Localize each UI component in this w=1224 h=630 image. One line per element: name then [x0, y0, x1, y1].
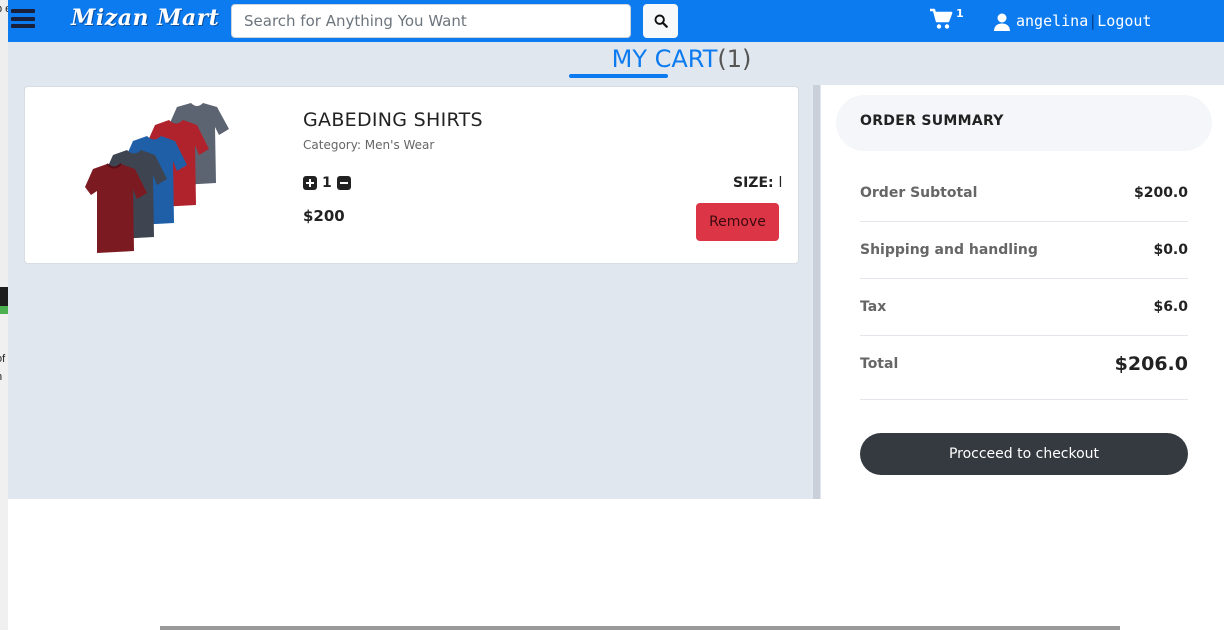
total-label: Total	[860, 356, 899, 372]
tax-label: Tax	[860, 299, 887, 315]
quantity-value: 1	[322, 175, 332, 191]
page-blank-area	[8, 499, 1224, 630]
cart-icon[interactable]	[929, 8, 953, 30]
subtotal-label: Order Subtotal	[860, 185, 978, 201]
search-input[interactable]	[231, 4, 631, 38]
shipping-value: $0.0	[1153, 242, 1188, 258]
product-price: $200	[303, 207, 345, 225]
total-value: $206.0	[1114, 353, 1188, 375]
top-navbar: Mizan Mart 1 angelina|Logout	[8, 0, 1224, 42]
cart-count-badge: 1	[956, 7, 964, 20]
shipping-label: Shipping and handling	[860, 242, 1038, 258]
quantity-stepper: 1	[303, 175, 351, 191]
page-edge-strip: p e e o ei te ne ec ui ic ul a gi op es …	[0, 0, 8, 630]
edge-text-top: p e e o ei te ne ec ui ic ul a gi op es	[0, 0, 8, 287]
summary-row-total: Total $206.0	[860, 336, 1188, 400]
edge-green-marker	[0, 306, 8, 314]
summary-row-tax: Tax $6.0	[860, 279, 1188, 336]
cart-page: MY CART(1) GABEDING SHIRTS Category: Men…	[8, 42, 1224, 499]
bottom-scrollbar[interactable]	[160, 626, 1120, 630]
cart-title: MY CART	[611, 45, 718, 73]
remove-button[interactable]: Remove	[696, 203, 779, 241]
plus-icon[interactable]	[303, 176, 317, 190]
summary-header: ORDER SUMMARY	[836, 95, 1212, 151]
edge-text-bottom: of n	[0, 314, 8, 630]
size-label: SIZE:	[733, 175, 774, 191]
page-title: MY CART(1)	[8, 45, 1224, 73]
minus-icon[interactable]	[336, 176, 351, 190]
product-name[interactable]: GABEDING SHIRTS	[303, 109, 483, 131]
product-category: Category: Men's Wear	[303, 138, 435, 152]
product-image[interactable]	[73, 99, 241, 254]
tax-value: $6.0	[1153, 299, 1188, 315]
column-divider	[813, 85, 820, 499]
size-value: l	[778, 175, 783, 191]
product-size: SIZE: l	[733, 175, 782, 191]
subtotal-value: $200.0	[1133, 185, 1188, 201]
checkout-button[interactable]: Procceed to checkout	[860, 433, 1188, 475]
summary-row-shipping: Shipping and handling $0.0	[860, 222, 1188, 279]
user-menu: angelina|Logout	[1016, 12, 1151, 30]
order-summary-panel: ORDER SUMMARY Order Subtotal $200.0 Ship…	[821, 85, 1224, 499]
menu-icon[interactable]	[11, 9, 35, 31]
summary-title: ORDER SUMMARY	[860, 113, 1004, 129]
logout-link[interactable]: Logout	[1097, 12, 1151, 30]
summary-row-subtotal: Order Subtotal $200.0	[860, 165, 1188, 222]
user-separator: |	[1088, 12, 1098, 30]
search-icon	[654, 14, 668, 28]
search-button[interactable]	[643, 4, 678, 38]
cart-item-card: GABEDING SHIRTS Category: Men's Wear 1 $…	[24, 86, 799, 264]
cart-item-count: (1)	[717, 45, 752, 73]
user-icon	[994, 13, 1010, 31]
username-link[interactable]: angelina	[1016, 12, 1088, 30]
title-underline	[569, 74, 668, 78]
brand-logo[interactable]: Mizan Mart	[71, 5, 219, 31]
